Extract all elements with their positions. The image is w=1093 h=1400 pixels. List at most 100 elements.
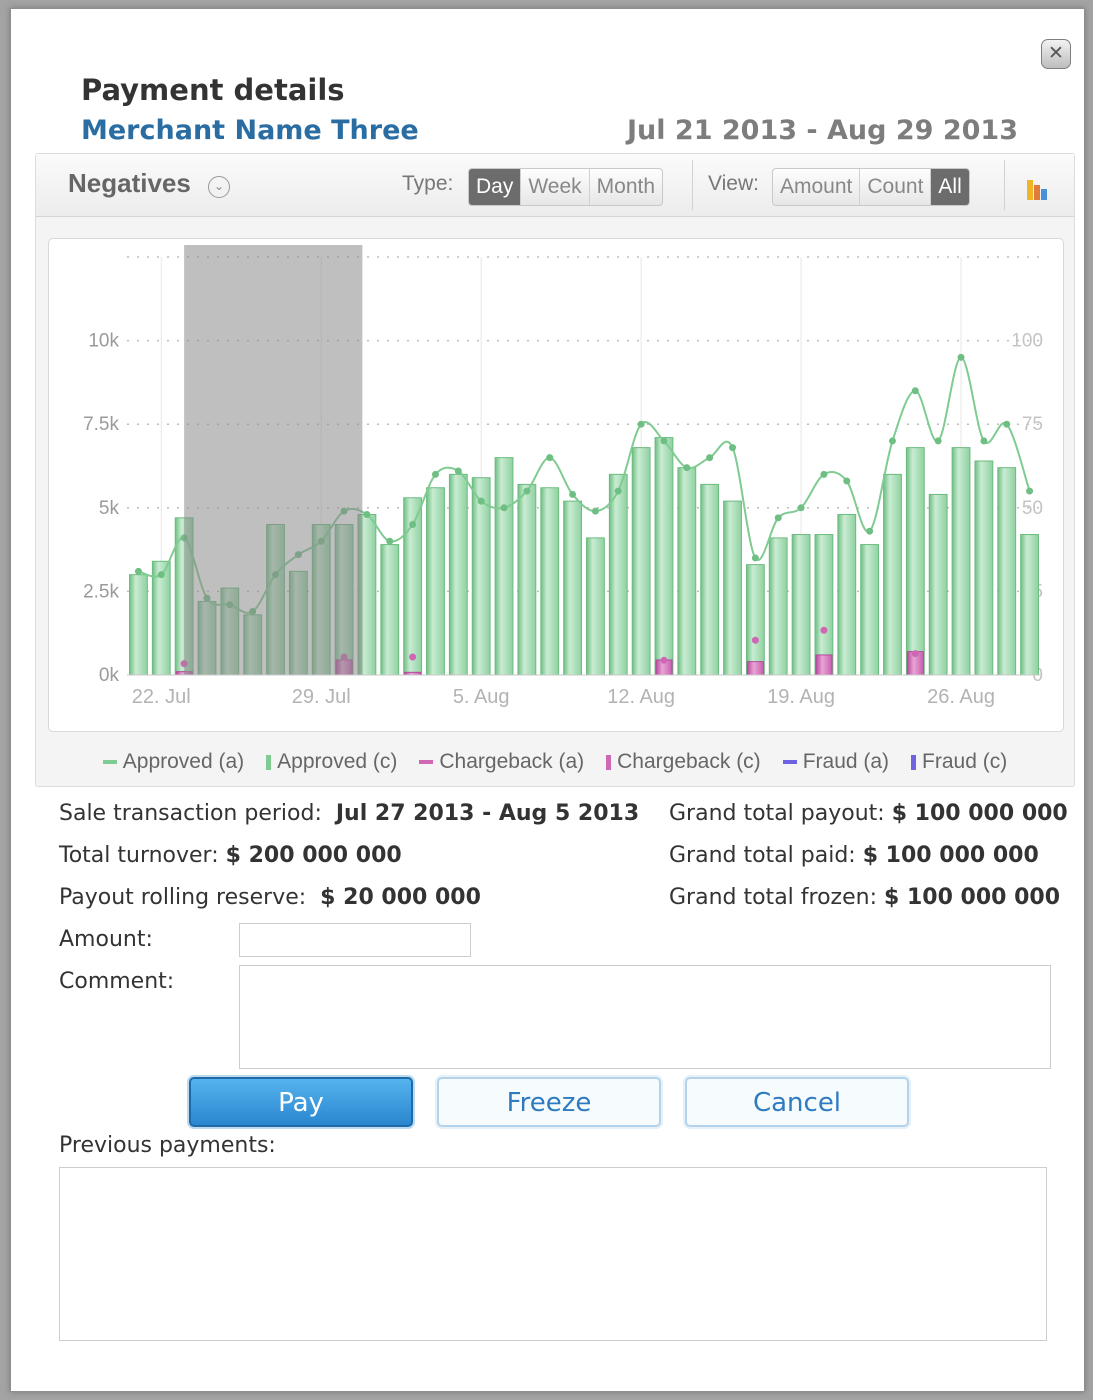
y-axis-left-tick-label: 0k <box>99 665 120 686</box>
approved-point <box>431 470 439 478</box>
approved-bar <box>677 467 697 676</box>
negatives-title: Negatives <box>68 168 191 198</box>
approved-bar <box>540 487 560 676</box>
freeze-button[interactable]: Freeze <box>437 1077 661 1127</box>
y-axis-right-tick-label: 100 <box>1011 331 1043 352</box>
type-label: Type: <box>402 172 454 195</box>
selected-range-overlay <box>184 245 363 675</box>
grand-total-payout: Grand total payout: $ 100 000 000 <box>669 801 1068 826</box>
view-amount-button[interactable]: Amount <box>773 169 861 205</box>
merchant-name-link[interactable]: Merchant Name Three <box>81 115 419 146</box>
approved-bar <box>928 493 948 676</box>
approved-point <box>1003 420 1011 428</box>
approved-point <box>454 467 462 475</box>
line-swatch-icon <box>782 760 797 764</box>
payout-value: $ 100 000 000 <box>891 801 1068 826</box>
chart-toolbar: Negatives ⌄ Type: Day Week Month View: A… <box>36 154 1074 217</box>
date-range: Jul 21 2013 - Aug 29 2013 <box>626 115 1018 146</box>
legend-label: Fraud (c) <box>922 750 1008 773</box>
approved-bar <box>814 534 834 676</box>
amount-label: Amount: <box>59 927 153 952</box>
reserve-label: Payout rolling reserve: <box>59 885 307 910</box>
approved-point <box>751 554 759 562</box>
amount-input[interactable] <box>239 923 471 957</box>
reserve-value: $ 20 000 000 <box>320 885 481 910</box>
cancel-button[interactable]: Cancel <box>685 1077 909 1127</box>
chargeback-bar <box>815 654 833 676</box>
approved-point <box>500 504 508 512</box>
view-all-button[interactable]: All <box>931 169 969 205</box>
chart-plot-area[interactable]: 0k2.5k5k7.5k10k025507510022. Jul29. Jul5… <box>48 238 1064 732</box>
approved-bar <box>997 467 1017 676</box>
legend-item[interactable]: Approved (c) <box>266 750 397 774</box>
y-axis-left-tick-label: 10k <box>88 331 119 352</box>
legend-item[interactable]: Chargeback (a) <box>419 750 584 774</box>
approved-bar <box>654 437 674 676</box>
approved-point <box>569 490 577 498</box>
legend-item[interactable]: Fraud (a) <box>782 750 889 774</box>
approved-point <box>866 527 874 535</box>
sale-period: Sale transaction period: Jul 27 2013 - A… <box>59 801 639 826</box>
approved-point <box>1026 487 1034 495</box>
previous-payments-label: Previous payments: <box>59 1133 276 1158</box>
bar-chart-icon[interactable] <box>1024 176 1052 200</box>
chargeback-bar <box>746 661 764 676</box>
previous-payments-list[interactable] <box>59 1167 1047 1341</box>
chevron-down-icon[interactable]: ⌄ <box>208 176 230 198</box>
legend-item[interactable]: Chargeback (c) <box>606 750 761 774</box>
pay-button[interactable]: Pay <box>189 1077 413 1127</box>
sale-period-value: Jul 27 2013 - Aug 5 2013 <box>335 801 640 826</box>
x-axis-tick-label: 22. Jul <box>132 686 191 708</box>
view-count-button[interactable]: Count <box>860 169 932 205</box>
close-icon[interactable]: ✕ <box>1041 39 1071 69</box>
approved-point <box>888 437 896 445</box>
dialog-title: Payment details <box>81 73 345 107</box>
approved-point <box>797 504 805 512</box>
approved-point <box>386 537 394 545</box>
legend-label: Chargeback (c) <box>617 750 761 773</box>
approved-bar <box>471 477 491 676</box>
y-axis-left-tick-label: 7.5k <box>83 414 119 435</box>
approved-point <box>477 497 485 505</box>
comment-textarea[interactable] <box>239 965 1051 1069</box>
approved-bar <box>1020 534 1039 676</box>
approved-point <box>134 567 142 575</box>
y-axis-left-tick-label: 5k <box>99 498 120 519</box>
approved-bar <box>951 447 971 676</box>
approved-bar <box>380 544 400 676</box>
chargeback-point <box>409 653 417 661</box>
approved-bar <box>768 537 788 676</box>
x-axis-tick-label: 19. Aug <box>767 686 835 708</box>
legend-item[interactable]: Approved (a) <box>102 750 244 774</box>
type-week-button[interactable]: Week <box>521 169 590 205</box>
toolbar-divider <box>692 160 693 210</box>
legend-item[interactable]: Fraud (c) <box>911 750 1007 774</box>
total-turnover: Total turnover: $ 200 000 000 <box>59 843 402 868</box>
grand-total-paid: Grand total paid: $ 100 000 000 <box>669 843 1039 868</box>
approved-bar <box>723 500 742 676</box>
line-swatch-icon <box>419 760 434 764</box>
type-day-button[interactable]: Day <box>469 169 522 205</box>
approved-bar <box>151 560 171 676</box>
legend-label: Chargeback (a) <box>439 750 585 773</box>
approved-bar <box>837 513 857 676</box>
turnover-label: Total turnover: <box>59 843 219 868</box>
approved-point <box>637 420 645 428</box>
type-month-button[interactable]: Month <box>590 169 662 205</box>
approved-bar <box>426 487 445 676</box>
approved-bar <box>905 447 925 676</box>
chart-legend: Approved (a) Approved (c) Chargeback (a) Ch… <box>36 750 1074 774</box>
x-axis-tick-label: 12. Aug <box>607 686 675 708</box>
chargeback-point <box>751 636 759 644</box>
bar-swatch-icon <box>606 754 612 770</box>
payout-label: Grand total payout: <box>669 801 885 826</box>
approved-point <box>706 454 714 462</box>
approved-point <box>546 454 554 462</box>
approved-point <box>614 487 622 495</box>
y-axis-left-tick-label: 2.5k <box>83 581 119 602</box>
approved-bar <box>448 473 468 676</box>
approved-point <box>957 353 965 361</box>
line-swatch-icon <box>102 760 117 764</box>
view-toggle-group: Amount Count All <box>772 168 970 206</box>
comment-label: Comment: <box>59 969 175 994</box>
